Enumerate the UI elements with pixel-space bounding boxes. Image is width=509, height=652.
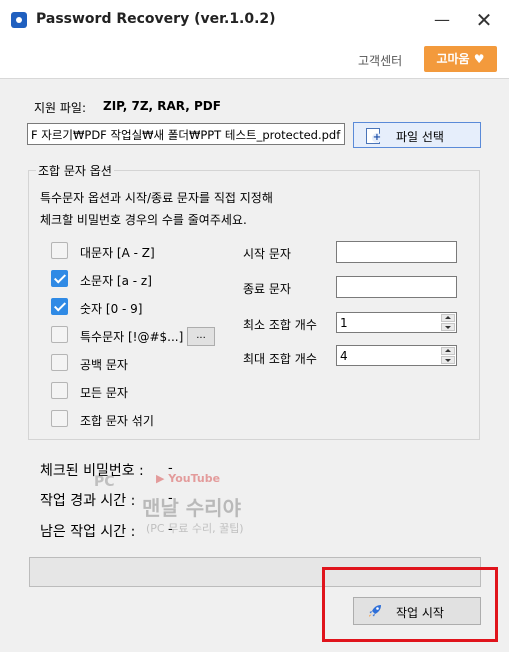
start-job-button[interactable]: 작업 시작 (353, 597, 481, 625)
support-link[interactable]: 고객센터 (358, 52, 402, 69)
max-length-arrows (441, 347, 455, 364)
special-chars-label: 특수문자 [!@#$...] (80, 330, 184, 344)
digits-checkbox[interactable] (51, 298, 68, 315)
remaining-time-label: 남은 작업 시간 : (40, 524, 136, 540)
start-job-label: 작업 시작 (396, 606, 444, 620)
progress-bar (29, 557, 481, 587)
elapsed-time-value: - (168, 491, 173, 506)
file-path-field[interactable]: F 자르기₩PDF 작업실₩새 폴더₩PPT 테스트_protected.pdf (27, 123, 345, 145)
space-label: 공백 문자 (80, 358, 128, 372)
lowercase-checkbox[interactable] (51, 270, 68, 287)
all-chars-checkbox[interactable] (51, 382, 68, 399)
file-path-value: F 자르기₩PDF 작업실₩새 폴더₩PPT 테스트_protected.pdf (31, 128, 341, 142)
elapsed-time-label: 작업 경과 시간 : (40, 493, 136, 509)
max-length-value: 4 (340, 349, 348, 363)
special-chars-checkbox[interactable] (51, 326, 68, 343)
add-file-icon (366, 128, 382, 144)
lowercase-label: 소문자 [a - z] (80, 274, 152, 288)
options-description-1: 특수문자 옵션과 시작/종료 문자를 직접 지정해 (40, 191, 273, 205)
options-description-2: 체크할 비밀번호 경우의 수를 줄여주세요. (40, 213, 247, 227)
shuffle-checkbox[interactable] (51, 410, 68, 427)
all-chars-label: 모든 문자 (80, 386, 128, 400)
thanks-button[interactable]: 고마움 ♥ (424, 46, 497, 72)
max-length-label: 최대 조합 개수 (243, 352, 317, 366)
watermark-youtube: ▶ YouTube (156, 472, 221, 485)
close-icon[interactable]: ✕ (470, 6, 498, 34)
checked-passwords-value: - (168, 461, 173, 476)
uppercase-checkbox[interactable] (51, 242, 68, 259)
max-length-up-icon[interactable] (441, 347, 455, 355)
shuffle-label: 조합 문자 섞기 (80, 414, 154, 428)
digits-label: 숫자 [0 - 9] (80, 302, 143, 316)
min-length-value: 1 (340, 316, 348, 330)
watermark-main: 맨날 수리야 (142, 496, 241, 520)
select-file-button[interactable]: 파일 선택 (353, 122, 481, 148)
window-title: Password Recovery (ver.1.0.2) (36, 11, 276, 27)
app-lock-icon (11, 12, 27, 28)
min-length-arrows (441, 314, 455, 331)
start-char-input[interactable] (336, 241, 457, 263)
max-length-stepper[interactable]: 4 (336, 345, 457, 366)
checked-passwords-label: 체크된 비밀번호 : (40, 463, 144, 479)
minimize-icon[interactable]: — (428, 6, 456, 34)
special-chars-more-button[interactable]: ... (187, 327, 215, 346)
supported-files-label: 지원 파일: (34, 101, 87, 115)
uppercase-label: 대문자 [A - Z] (80, 246, 155, 260)
options-group-title: 조합 문자 옵션 (36, 162, 114, 179)
min-length-up-icon[interactable] (441, 314, 455, 322)
watermark-sub: (PC 무료 수리, 꿀팁) (146, 522, 244, 535)
min-length-down-icon[interactable] (441, 323, 455, 331)
end-char-input[interactable] (336, 276, 457, 298)
max-length-down-icon[interactable] (441, 356, 455, 364)
space-checkbox[interactable] (51, 354, 68, 371)
remaining-time-value: - (168, 522, 173, 537)
rocket-icon (369, 605, 381, 617)
min-length-label: 최소 조합 개수 (243, 318, 317, 332)
start-char-label: 시작 문자 (243, 247, 291, 261)
supported-formats: ZIP, 7Z, RAR, PDF (103, 99, 221, 113)
min-length-stepper[interactable]: 1 (336, 312, 457, 333)
end-char-label: 종료 문자 (243, 282, 291, 296)
select-file-label: 파일 선택 (396, 130, 444, 144)
